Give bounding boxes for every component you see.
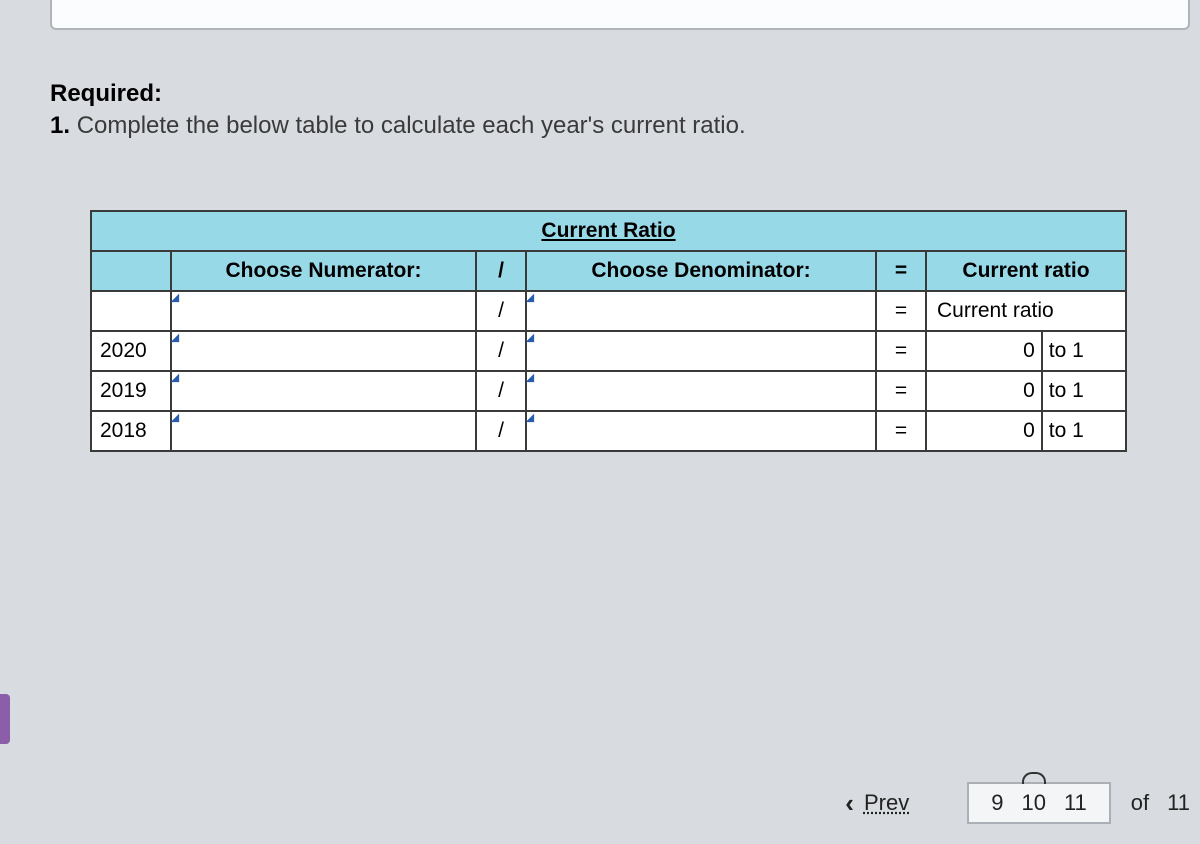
table-row: 2020 / = 0 to 1 xyxy=(91,331,1126,371)
year-cell: 2020 xyxy=(91,331,171,371)
denominator-header: Choose Denominator: xyxy=(526,251,876,291)
page-total: 11 xyxy=(1167,790,1190,816)
numerator-header: Choose Numerator: xyxy=(171,251,476,291)
ratio-header: Current ratio xyxy=(926,251,1126,291)
numerator-select-labels[interactable] xyxy=(171,291,476,331)
table-title: Current Ratio xyxy=(91,211,1126,251)
year-cell: 2018 xyxy=(91,411,171,451)
ratio-unit-2019: to 1 xyxy=(1042,371,1126,411)
page-after[interactable]: 11 xyxy=(1064,790,1087,816)
slash-cell: / xyxy=(476,291,526,331)
slash: / xyxy=(476,371,526,411)
numerator-input-2018[interactable] xyxy=(171,411,476,451)
equals: = xyxy=(876,411,926,451)
of-label: of xyxy=(1131,790,1149,816)
ratio-table-wrap: Current Ratio Choose Numerator: / Choose… xyxy=(90,210,1190,452)
question-content: Required: 1. Complete the below table to… xyxy=(50,80,1190,452)
equals-header: = xyxy=(876,251,926,291)
instruction-text: 1. Complete the below table to calculate… xyxy=(50,112,1190,140)
denominator-select-labels[interactable] xyxy=(526,291,876,331)
equals: = xyxy=(876,331,926,371)
equals-cell: = xyxy=(876,291,926,331)
required-label: Required: xyxy=(50,80,1190,108)
page-indicator: 9 10 11 xyxy=(967,782,1111,824)
ratio-table: Current Ratio Choose Numerator: / Choose… xyxy=(90,210,1127,452)
table-row: 2019 / = 0 to 1 xyxy=(91,371,1126,411)
denominator-input-2018[interactable] xyxy=(526,411,876,451)
instruction-number: 1. xyxy=(50,112,70,139)
page-before[interactable]: 9 xyxy=(991,790,1003,816)
prev-button[interactable]: ‹ Prev xyxy=(845,788,909,819)
instruction-body: Complete the below table to calculate ea… xyxy=(77,112,746,139)
slash-header: / xyxy=(476,251,526,291)
year-cell: 2019 xyxy=(91,371,171,411)
numerator-input-2019[interactable] xyxy=(171,371,476,411)
numerator-input-2020[interactable] xyxy=(171,331,476,371)
ratio-label-cell: Current ratio xyxy=(926,291,1126,331)
slash: / xyxy=(476,331,526,371)
table-row: 2018 / = 0 to 1 xyxy=(91,411,1126,451)
ratio-value-2019: 0 xyxy=(926,371,1042,411)
prev-label: Prev xyxy=(864,790,909,816)
page-current[interactable]: 10 xyxy=(1021,790,1045,816)
side-tab[interactable] xyxy=(0,694,10,744)
ratio-unit-2020: to 1 xyxy=(1042,331,1126,371)
content-box-top xyxy=(50,0,1190,30)
slash: / xyxy=(476,411,526,451)
ratio-unit-2018: to 1 xyxy=(1042,411,1126,451)
pagination-bar: ‹ Prev 9 10 11 of 11 xyxy=(0,782,1200,824)
year-blank xyxy=(91,291,171,331)
equals: = xyxy=(876,371,926,411)
ratio-value-2020: 0 xyxy=(926,331,1042,371)
ratio-value-2018: 0 xyxy=(926,411,1042,451)
chevron-left-icon: ‹ xyxy=(845,788,854,819)
denominator-input-2019[interactable] xyxy=(526,371,876,411)
year-header-blank xyxy=(91,251,171,291)
denominator-input-2020[interactable] xyxy=(526,331,876,371)
